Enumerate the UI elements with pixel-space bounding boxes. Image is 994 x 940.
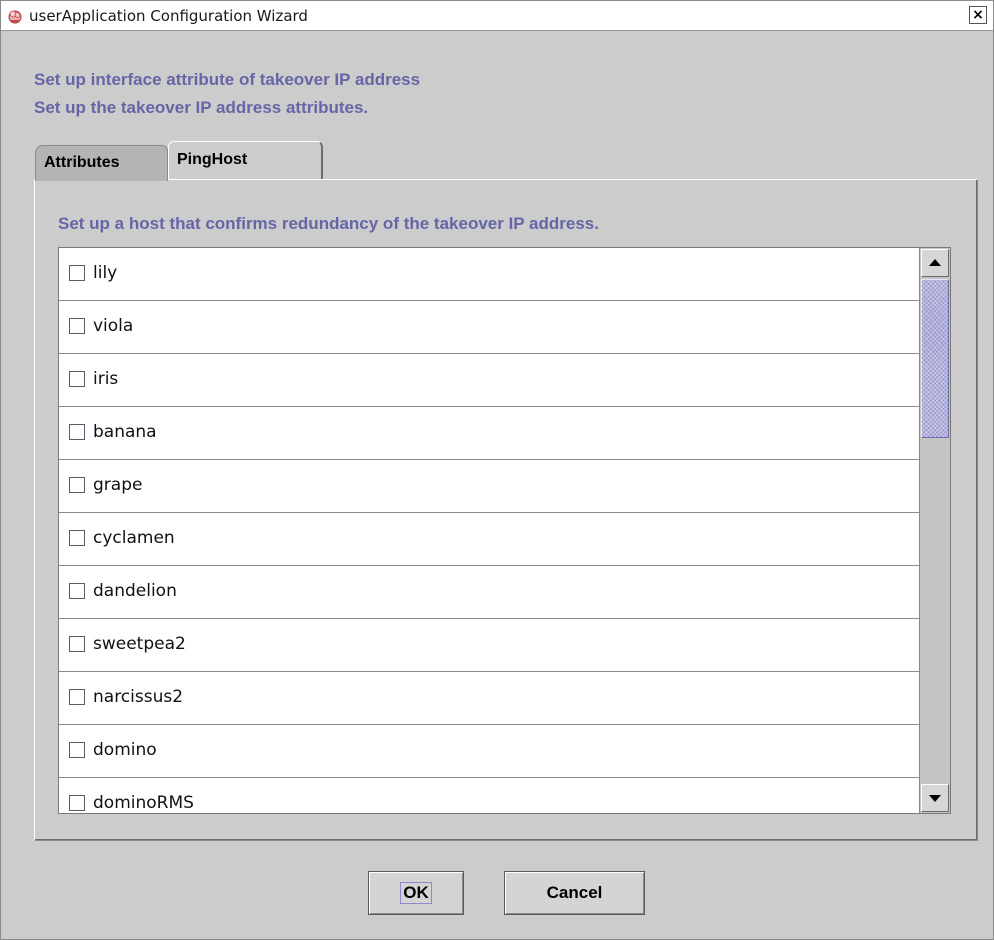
host-label: dandelion	[93, 581, 177, 601]
vertical-scrollbar[interactable]	[919, 248, 950, 813]
checkbox[interactable]	[69, 636, 85, 652]
list-item[interactable]: narcissus2	[59, 672, 919, 725]
host-label: sweetpea2	[93, 634, 186, 654]
list-item[interactable]: sweetpea2	[59, 619, 919, 672]
checkbox[interactable]	[69, 371, 85, 387]
wizard-heading: Set up interface attribute of takeover I…	[34, 70, 421, 89]
close-icon: ×	[972, 7, 984, 23]
list-item[interactable]: lily	[59, 248, 919, 301]
checkbox[interactable]	[69, 795, 85, 811]
host-label: cyclamen	[93, 528, 175, 548]
list-item[interactable]: iris	[59, 354, 919, 407]
checkbox[interactable]	[69, 530, 85, 546]
close-button[interactable]: ×	[969, 6, 987, 24]
scroll-down-button[interactable]	[921, 784, 949, 812]
tab-pinghost[interactable]: PingHost	[168, 141, 323, 179]
window-title: userApplication Configuration Wizard	[29, 7, 308, 25]
list-item[interactable]: dominoRMS	[59, 778, 919, 813]
host-label: lily	[93, 263, 118, 283]
host-label: banana	[93, 422, 157, 442]
scroll-thumb[interactable]	[921, 279, 949, 438]
checkbox[interactable]	[69, 583, 85, 599]
checkbox[interactable]	[69, 477, 85, 493]
arrow-up-icon	[929, 259, 941, 266]
arrow-down-icon	[929, 795, 941, 802]
pinghost-list[interactable]: lily viola iris banana grape cyclamen da…	[58, 247, 951, 814]
tab-attributes[interactable]: Attributes	[35, 145, 168, 181]
cancel-button[interactable]: Cancel	[504, 871, 645, 915]
title-bar[interactable]: userApplication Configuration Wizard ×	[1, 1, 993, 31]
checkbox[interactable]	[69, 318, 85, 334]
ok-button[interactable]: OK	[368, 871, 464, 915]
wizard-subheading: Set up the takeover IP address attribute…	[34, 98, 369, 117]
list-item[interactable]: banana	[59, 407, 919, 460]
list-item[interactable]: domino	[59, 725, 919, 778]
host-label: narcissus2	[93, 687, 184, 707]
list-item[interactable]: grape	[59, 460, 919, 513]
host-label: grape	[93, 475, 143, 495]
host-label: viola	[93, 316, 134, 336]
list-item[interactable]: cyclamen	[59, 513, 919, 566]
checkbox[interactable]	[69, 424, 85, 440]
app-icon	[8, 10, 22, 24]
checkbox[interactable]	[69, 689, 85, 705]
pinghost-description: Set up a host that confirms redundancy o…	[58, 214, 599, 233]
pinghost-list-rows: lily viola iris banana grape cyclamen da…	[59, 248, 919, 813]
host-label: dominoRMS	[93, 793, 194, 813]
host-label: iris	[93, 369, 119, 389]
checkbox[interactable]	[69, 742, 85, 758]
list-item[interactable]: viola	[59, 301, 919, 354]
wizard-dialog: userApplication Configuration Wizard × S…	[0, 0, 994, 940]
list-item[interactable]: dandelion	[59, 566, 919, 619]
host-label: domino	[93, 740, 157, 760]
scroll-up-button[interactable]	[921, 249, 949, 277]
ok-button-label: OK	[400, 882, 432, 904]
checkbox[interactable]	[69, 265, 85, 281]
